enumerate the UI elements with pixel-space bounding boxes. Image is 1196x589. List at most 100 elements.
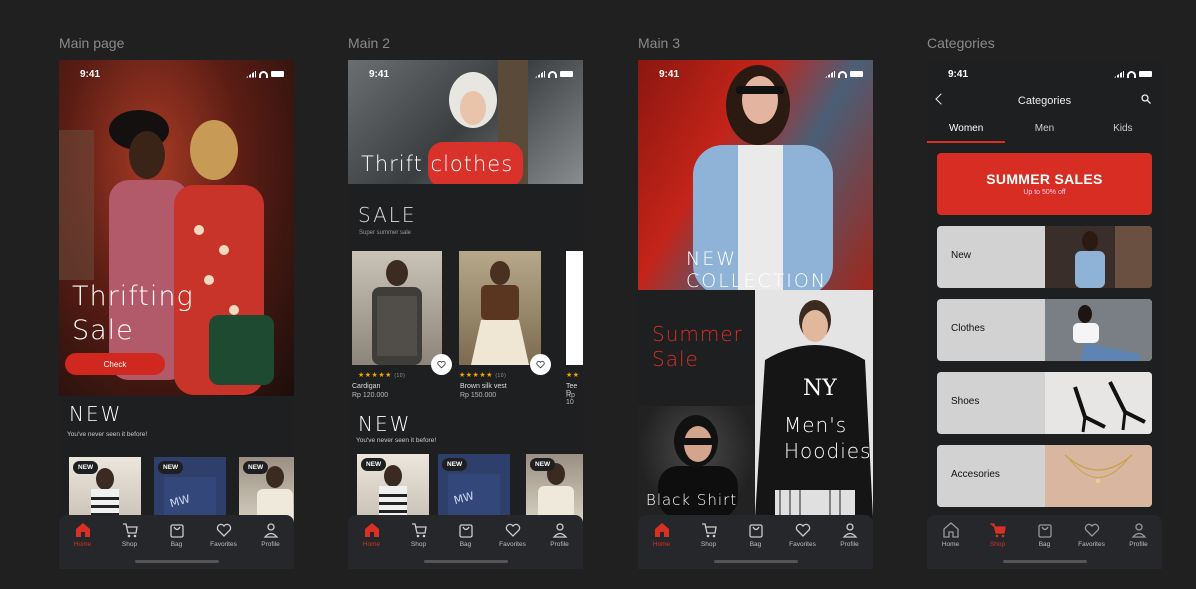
category-item-new[interactable]: New	[937, 226, 1152, 288]
nav-home[interactable]: Home	[350, 522, 394, 569]
nav-label: Shop	[410, 541, 427, 548]
search-icon[interactable]	[1141, 94, 1151, 104]
status-time: 9:41	[948, 68, 969, 80]
nav-label: Bag	[459, 541, 472, 548]
bag-icon	[458, 524, 473, 538]
heart-icon	[216, 523, 231, 537]
rating-stars: ★★★★★	[459, 372, 493, 379]
nav-home[interactable]: Home	[929, 522, 973, 569]
tab-women[interactable]: Women	[927, 121, 1006, 143]
nav-home[interactable]: Home	[61, 522, 105, 569]
wifi-icon	[259, 70, 268, 78]
nav-label: Home	[941, 541, 960, 548]
profile-icon	[842, 523, 857, 538]
new-badge: NEW	[73, 461, 99, 474]
home-icon	[654, 523, 669, 537]
product-name: Cardigan	[352, 383, 381, 390]
product-rating: ★★★★★ (10)	[358, 371, 405, 379]
product-name: Brown silk vest	[460, 383, 507, 390]
category-label: Accesories	[951, 469, 1000, 480]
bag-icon	[169, 524, 184, 538]
nav-label: Favorites	[789, 541, 816, 548]
hero-title: NEW COLLECTION	[686, 248, 828, 292]
product-price: Rp 10	[566, 392, 575, 406]
category-image	[1045, 445, 1152, 507]
home-icon	[364, 523, 379, 537]
heart-icon	[1084, 523, 1099, 537]
mens-hoodies-line2: Hoodies	[784, 439, 872, 463]
black-shirt-title: Black Shirt	[646, 491, 738, 509]
status-bar: 9:41	[927, 60, 1162, 88]
frame-label-main-2: Main 2	[348, 35, 391, 51]
product-image-cardigan[interactable]	[352, 251, 442, 365]
heart-icon	[505, 523, 520, 537]
signal-icon	[825, 70, 835, 78]
product-rating: ★★	[566, 372, 580, 379]
nav-profile[interactable]: Profile	[538, 522, 582, 569]
cart-icon	[122, 523, 138, 538]
nav-profile[interactable]: Profile	[249, 522, 293, 569]
new-product-card[interactable]: NEW	[357, 454, 429, 524]
tab-men[interactable]: Men	[1005, 121, 1083, 143]
summer-sales-banner[interactable]: SUMMER SALES Up to 50% off	[937, 153, 1152, 215]
favorite-button[interactable]	[530, 354, 551, 375]
status-time: 9:41	[80, 68, 101, 80]
category-image	[1045, 226, 1152, 288]
profile-icon	[1131, 523, 1146, 538]
home-icon	[942, 522, 959, 538]
home-indicator	[714, 560, 798, 563]
nav-label: Home	[652, 541, 671, 548]
review-count: (10)	[495, 373, 507, 379]
product-rating: ★★★★★ (10)	[459, 371, 506, 379]
home-indicator	[135, 560, 219, 563]
hero-title: Thrift clothes	[361, 152, 514, 176]
category-item-clothes[interactable]: Clothes	[937, 299, 1152, 361]
promo-title: SUMMER SALES	[986, 171, 1103, 187]
new-product-card[interactable]: NEW	[526, 454, 583, 524]
new-section-subtitle: You've never seen it before!	[356, 437, 437, 444]
svg-text:NY: NY	[803, 376, 837, 401]
product-image-brown-silk-vest[interactable]	[459, 251, 541, 365]
review-count: (10)	[394, 373, 406, 379]
nav-label: Favorites	[210, 541, 237, 548]
nav-label: Bag	[170, 541, 183, 548]
cart-icon	[411, 523, 427, 538]
frame-label-main-3: Main 3	[638, 35, 681, 51]
frame-label-categories: Categories	[927, 35, 995, 51]
category-item-shoes[interactable]: Shoes	[937, 372, 1152, 434]
promo-subtitle: Up to 50% off	[1023, 189, 1066, 196]
new-badge: NEW	[158, 461, 184, 474]
favorite-button[interactable]	[431, 354, 452, 375]
product-image-tee[interactable]	[566, 251, 583, 365]
category-label: Shoes	[951, 396, 980, 407]
nav-label: Bag	[1038, 541, 1051, 548]
signal-icon	[246, 70, 256, 78]
hero-title-line1: Thrifting	[72, 281, 194, 312]
profile-icon	[552, 523, 567, 538]
bag-icon	[748, 524, 763, 538]
mens-hoodies-line1: Men's	[784, 413, 848, 437]
category-tabs: Women Men Kids	[927, 121, 1162, 143]
nav-label: Home	[73, 541, 92, 548]
nav-profile[interactable]: Profile	[828, 522, 872, 569]
heart-icon	[795, 523, 810, 537]
nav-profile[interactable]: Profile	[1117, 522, 1161, 569]
battery-icon	[1139, 71, 1152, 77]
sale-section-title: SALE	[358, 203, 417, 227]
status-time: 9:41	[369, 68, 390, 80]
home-indicator	[424, 560, 508, 563]
tab-kids[interactable]: Kids	[1084, 121, 1162, 143]
mens-hoodies-tile[interactable]: NY	[755, 290, 873, 518]
nav-home[interactable]: Home	[640, 522, 684, 569]
check-button[interactable]: Check	[65, 353, 165, 375]
category-label: New	[951, 250, 972, 261]
home-indicator	[1003, 560, 1087, 563]
nav-label: Shop	[121, 541, 138, 548]
product-price: Rp 150.000	[460, 392, 497, 399]
summer-sale-line2: Sale	[652, 347, 699, 371]
new-product-card[interactable]: MW NEW	[438, 454, 510, 524]
category-item-accesories[interactable]: Accesories	[937, 445, 1152, 507]
cart-icon	[989, 523, 1006, 538]
mens-hoodies-title: Men's Hoodies	[784, 412, 872, 464]
signal-icon	[1114, 70, 1124, 78]
